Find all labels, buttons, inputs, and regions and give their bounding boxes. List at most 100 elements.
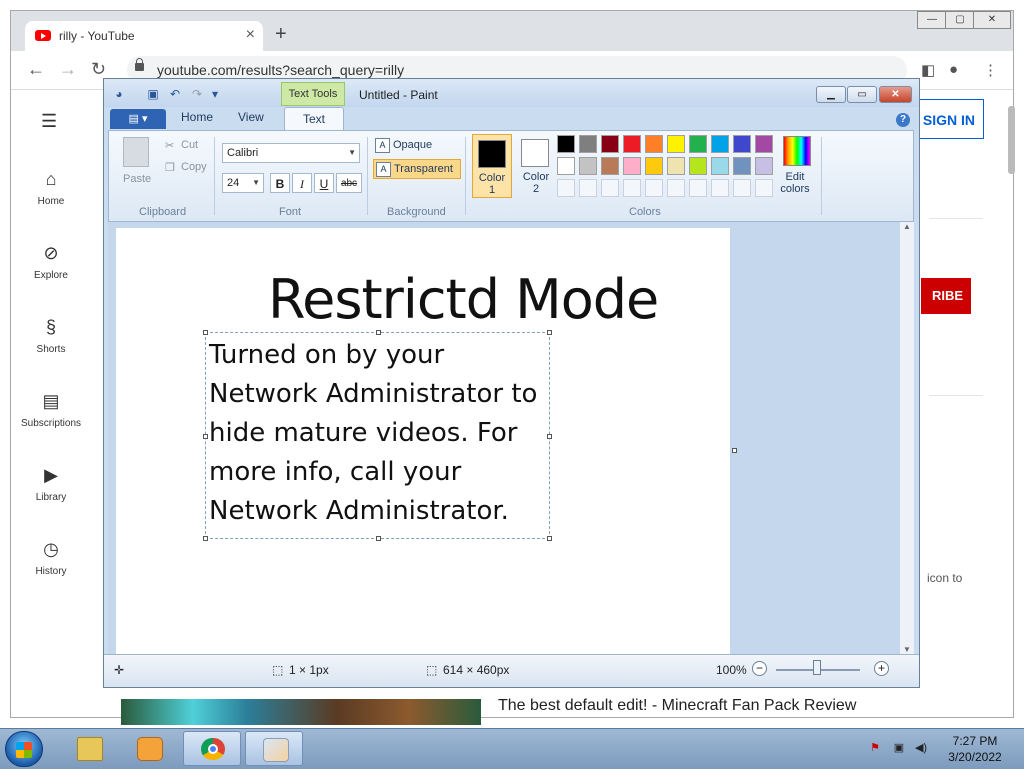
action-center-icon[interactable]: ⚑ — [868, 741, 882, 755]
paste-button[interactable]: Paste — [123, 173, 151, 185]
paste-icon[interactable] — [123, 137, 149, 167]
custom-color-slot[interactable] — [623, 179, 641, 197]
resize-handle[interactable] — [203, 434, 208, 439]
side-panel-icon[interactable]: ◧ — [921, 61, 935, 79]
canvas-vertical-scrollbar[interactable]: ▲ ▼ — [900, 222, 914, 654]
transparent-option[interactable]: A Transparent — [373, 159, 461, 179]
opaque-option[interactable]: A Opaque — [373, 136, 463, 154]
paint-minimize-button[interactable]: ▁ — [816, 86, 846, 103]
copy-icon[interactable]: ❐ — [165, 161, 175, 174]
sign-in-button[interactable]: SIGN IN — [916, 99, 984, 139]
taskbar-paint[interactable] — [245, 731, 303, 766]
zoom-in-button[interactable]: + — [874, 661, 889, 676]
browser-close-button[interactable]: ✕ — [973, 11, 1011, 29]
palette-swatch[interactable] — [667, 157, 685, 175]
font-size-select[interactable]: 24 ▼ — [222, 173, 264, 193]
back-arrow-icon[interactable]: ← — [27, 59, 45, 80]
cut-icon[interactable]: ✂ — [165, 139, 174, 152]
resize-handle[interactable] — [376, 536, 381, 541]
italic-button[interactable]: I — [292, 173, 312, 193]
palette-swatch[interactable] — [601, 157, 619, 175]
palette-swatch[interactable] — [579, 157, 597, 175]
palette-swatch[interactable] — [645, 135, 663, 153]
color-1-button[interactable]: Color 1 — [472, 134, 512, 198]
resize-handle[interactable] — [376, 330, 381, 335]
palette-swatch[interactable] — [689, 157, 707, 175]
resize-handle[interactable] — [547, 330, 552, 335]
scroll-down-icon[interactable]: ▼ — [903, 645, 911, 654]
browser-tab[interactable]: rilly - YouTube × — [25, 21, 263, 51]
subscribe-button[interactable]: RIBE — [921, 278, 971, 314]
zoom-slider-thumb[interactable] — [813, 660, 821, 675]
paint-close-button[interactable]: ✕ — [879, 86, 912, 103]
custom-color-slot[interactable] — [601, 179, 619, 197]
custom-color-slot[interactable] — [689, 179, 707, 197]
drawing-canvas[interactable]: Restrictd Mode Turned on by your Network… — [116, 228, 730, 657]
video-thumbnail[interactable] — [121, 699, 481, 725]
underline-button[interactable]: U — [314, 173, 334, 193]
canvas-body-text[interactable]: Turned on by your Network Administrator … — [209, 336, 554, 531]
palette-swatch[interactable] — [623, 135, 641, 153]
palette-swatch[interactable] — [557, 157, 575, 175]
browser-maximize-button[interactable]: ▢ — [945, 11, 975, 29]
scroll-up-icon[interactable]: ▲ — [903, 222, 911, 231]
hamburger-menu-icon[interactable]: ☰ — [41, 111, 57, 132]
video-title[interactable]: The best default edit! - Minecraft Fan P… — [498, 697, 856, 715]
tab-home[interactable]: Home — [181, 110, 213, 124]
resize-handle[interactable] — [547, 536, 552, 541]
resize-handle[interactable] — [203, 536, 208, 541]
palette-swatch[interactable] — [557, 135, 575, 153]
palette-swatch[interactable] — [733, 157, 751, 175]
undo-icon[interactable]: ↶ — [168, 87, 182, 101]
tab-view[interactable]: View — [238, 110, 264, 124]
system-clock[interactable]: 7:27 PM 3/20/2022 — [940, 733, 1010, 765]
font-family-select[interactable]: Calibri ▼ — [222, 143, 360, 163]
palette-swatch[interactable] — [645, 157, 663, 175]
taskbar-media-player[interactable] — [120, 731, 178, 766]
cut-button[interactable]: Cut — [181, 139, 198, 151]
canvas-resize-handle[interactable] — [732, 448, 737, 453]
paint-maximize-button[interactable]: ▭ — [847, 86, 877, 103]
taskbar-chrome[interactable] — [183, 731, 241, 766]
file-menu-button[interactable]: ▤ ▾ — [110, 109, 166, 129]
color-2-button[interactable]: Color 2 — [516, 134, 556, 198]
palette-swatch[interactable] — [711, 135, 729, 153]
custom-color-slot[interactable] — [667, 179, 685, 197]
volume-icon[interactable]: ◀) — [914, 741, 928, 755]
sidebar-item-explore[interactable]: ⊘ Explore — [15, 243, 87, 281]
save-icon[interactable]: ▣ — [146, 87, 160, 101]
custom-color-slot[interactable] — [557, 179, 575, 197]
network-icon[interactable]: ▣ — [892, 741, 906, 755]
quick-access-dropdown-icon[interactable]: ▾ — [208, 87, 222, 101]
help-icon[interactable]: ? — [896, 113, 910, 127]
palette-swatch[interactable] — [755, 135, 773, 153]
resize-handle[interactable] — [203, 330, 208, 335]
palette-swatch[interactable] — [689, 135, 707, 153]
custom-color-slot[interactable] — [579, 179, 597, 197]
sidebar-item-history[interactable]: ◷ History — [15, 539, 87, 577]
new-tab-button[interactable]: + — [275, 23, 287, 46]
taskbar-explorer[interactable] — [60, 731, 118, 766]
browser-minimize-button[interactable]: — — [917, 11, 947, 29]
custom-color-slot[interactable] — [733, 179, 751, 197]
profile-icon[interactable]: ● — [949, 61, 958, 78]
resize-handle[interactable] — [547, 434, 552, 439]
tab-text[interactable]: Text — [284, 107, 344, 131]
page-scrollbar[interactable] — [1008, 106, 1015, 174]
palette-swatch[interactable] — [667, 135, 685, 153]
start-button[interactable] — [5, 731, 43, 767]
custom-color-slot[interactable] — [755, 179, 773, 197]
tab-close-icon[interactable]: × — [246, 26, 255, 44]
palette-swatch[interactable] — [623, 157, 641, 175]
palette-swatch[interactable] — [601, 135, 619, 153]
paint-app-icon[interactable]: ◕ — [112, 87, 126, 101]
strikethrough-button[interactable]: abc — [336, 173, 362, 193]
palette-swatch[interactable] — [733, 135, 751, 153]
sidebar-item-library[interactable]: ▶ Library — [15, 465, 87, 503]
custom-color-slot[interactable] — [645, 179, 663, 197]
custom-color-slot[interactable] — [711, 179, 729, 197]
sidebar-item-shorts[interactable]: § Shorts — [15, 317, 87, 355]
copy-button[interactable]: Copy — [181, 161, 207, 173]
sidebar-item-subscriptions[interactable]: ▤ Subscriptions — [15, 391, 87, 429]
palette-swatch[interactable] — [579, 135, 597, 153]
